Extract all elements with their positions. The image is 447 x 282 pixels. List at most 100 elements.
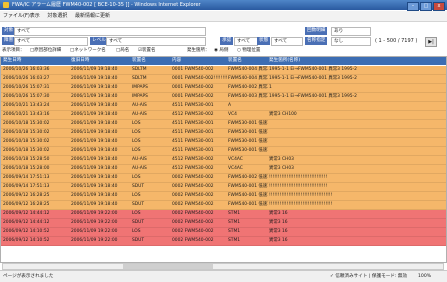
table-row[interactable]: 2006/09/14 17:51:13 2006/11/09 19:18:40 SD… — [1, 183, 446, 192]
table-cell: A — [228, 103, 232, 108]
table-cell: 異常3 CH03 — [269, 166, 294, 171]
table-cell: 2006/11/09 19:18:40 — [71, 121, 118, 126]
maximize-button[interactable]: □ — [420, 2, 432, 11]
window-titlebar: FWA/IC アラーム履歴 FWM40-002 [ BCE-10-35 ]] -… — [0, 0, 447, 11]
option-device-name[interactable]: ☑装置名 — [138, 47, 156, 55]
option-station-name[interactable]: □局名 — [116, 47, 129, 55]
table-cell: 2006/11/09 19:18:40 — [71, 202, 118, 207]
table-cell: 2006/09/12 14:10:52 — [3, 229, 50, 234]
table-row[interactable]: 2006/10/26 15:07:31 2006/11/09 19:18:40 IM… — [1, 84, 446, 93]
table-cell: 2006/11/09 19:18:40 — [71, 103, 118, 108]
zoom-level[interactable]: 100% — [418, 271, 431, 282]
table-cell: 4511 FWM530-001 — [172, 130, 214, 135]
table-row[interactable]: 2006/10/26 16:03:27 2006/11/09 19:18:40 SD… — [1, 75, 446, 84]
table-cell: SDUT — [132, 202, 145, 207]
table-row[interactable]: 2006/10/26 16:03:36 2006/11/09 19:18:40 SD… — [1, 66, 446, 75]
display-items-label: 表示項目： — [2, 48, 25, 53]
table-cell: FWM540-002 低速1 — [228, 175, 268, 180]
minimize-button[interactable]: – — [407, 2, 419, 11]
table-row[interactable]: 2006/10/21 13:43:16 2006/11/09 19:18:40 AU… — [1, 111, 446, 120]
table-cell: 0002 FWM540-002 — [172, 238, 214, 243]
table-cell: 1995-1-1 Ei→FWM540-001 異常3 1995-2 — [269, 76, 357, 81]
table-row[interactable]: 2006/09/12 14:10:52 2006/11/09 19:22:00 SD… — [1, 237, 446, 246]
table-cell: SDLTM — [132, 76, 147, 81]
table-cell: FWM540-001 低速1 — [228, 184, 268, 189]
table-row[interactable]: 2006/09/12 14:44:12 2006/11/09 19:22:00 SD… — [1, 219, 446, 228]
col-recovered[interactable]: 復旧日時 — [71, 57, 131, 65]
col-device[interactable]: 装置名 — [132, 57, 170, 65]
level-field[interactable]: すべて — [106, 37, 206, 46]
table-cell: !!!!!!!!!!!!!!!!!!!!!!!!!!!!!!!!! — [269, 184, 328, 189]
table-cell: FWM540-004 異常3 — [228, 76, 268, 81]
table-cell: 異常3 16 — [269, 229, 288, 234]
table-row[interactable]: 2006/09/12 14:10:52 2006/11/09 19:22:00 LO… — [1, 228, 446, 237]
table-cell: 4511 FWM530-001 — [172, 139, 214, 144]
origin-label: 発生箇所： — [187, 48, 210, 53]
option-cause-detail[interactable]: □原因部位詳細 — [30, 47, 61, 55]
count-detail-label: 回数明細 — [305, 27, 328, 35]
col-device-2[interactable]: 装置名 — [228, 57, 268, 65]
close-button[interactable]: x — [433, 2, 445, 11]
table-header: 発生日時 復旧日時 装置名 内容 装置名 発生箇所(名称) — [1, 57, 446, 65]
menu-target-select[interactable]: 対象選択 — [47, 13, 67, 19]
origin-station-radio[interactable]: ◉ 局側 — [214, 47, 228, 55]
table-cell: 4511 FWM530-001 — [172, 103, 214, 108]
table-cell: 2006/11/09 19:18:40 — [71, 76, 118, 81]
next-page-button[interactable]: ▶| — [425, 37, 437, 47]
table-row[interactable]: 2006/10/18 15:28:00 2006/11/09 19:18:40 AU… — [1, 165, 446, 174]
table-cell: LOS — [132, 121, 141, 126]
origin-physical-radio[interactable]: ○ 物理位置 — [237, 47, 260, 55]
count-detail-field[interactable]: あり — [331, 27, 371, 36]
table-cell: 4511 FWM530-001 — [172, 148, 214, 153]
table-cell: VC4AC — [228, 157, 243, 162]
table-cell: 2006/11/09 19:18:40 — [71, 157, 118, 162]
table-cell: VC4 — [228, 112, 237, 117]
menu-refresh[interactable]: 最新情報に更新 — [75, 13, 110, 19]
col-location-name[interactable]: 発生箇所(名称) — [269, 57, 443, 65]
table-row[interactable]: 2006/09/12 14:44:12 2006/11/09 19:22:00 LO… — [1, 210, 446, 219]
table-cell: FWM540-003 異常3 — [228, 94, 268, 99]
horizontal-scrollbar[interactable] — [2, 263, 444, 270]
table-cell: 4512 FWM530-002 — [172, 166, 214, 171]
table-row[interactable]: 2006/10/18 15:30:02 2006/11/09 19:18:40 LO… — [1, 120, 446, 129]
table-row[interactable]: 2006/10/18 15:30:02 2006/11/09 19:18:40 LO… — [1, 138, 446, 147]
table-cell: 異常3 CH03 — [269, 157, 294, 162]
table-cell: 0002 FWM540-002 — [172, 211, 214, 216]
filter-row-2: 障害 すべて レベル すべて 承認 すべて 状態 すべて 名称指定 なし ( 1… — [0, 37, 447, 47]
table-cell: 2006/10/18 15:30:02 — [3, 121, 50, 126]
state-field[interactable]: すべて — [271, 37, 303, 46]
table-cell: 2006/10/21 13:43:24 — [3, 103, 50, 108]
table-cell: 2006/11/09 19:22:00 — [71, 238, 118, 243]
fault-field[interactable]: すべて — [14, 37, 88, 46]
target-field[interactable]: すべて — [14, 27, 206, 36]
table-row[interactable]: 2006/09/14 17:51:13 2006/11/09 19:18:40 LO… — [1, 174, 446, 183]
table-row[interactable]: 2006/09/12 16:28:25 2006/11/09 19:18:40 LO… — [1, 192, 446, 201]
table-row[interactable]: 2006/10/21 13:43:24 2006/11/09 19:18:40 AU… — [1, 102, 446, 111]
table-cell: 2006/10/21 13:43:16 — [3, 112, 50, 117]
table-row[interactable]: 2006/10/18 15:30:02 2006/11/09 19:18:40 LO… — [1, 129, 446, 138]
table-row[interactable]: 2006/10/18 15:28:50 2006/11/09 19:18:40 AU… — [1, 156, 446, 165]
menu-file-view[interactable]: ファイル(F)表示 — [3, 13, 40, 19]
table-cell: 2006/10/26 15:07:30 — [3, 94, 50, 99]
option-network-name[interactable]: □ネットワーク名 — [70, 47, 106, 55]
table-row[interactable]: 2006/10/18 15:30:02 2006/11/09 19:18:40 LO… — [1, 147, 446, 156]
table-cell: IMPAPS — [132, 94, 148, 99]
table-row[interactable]: 2006/09/12 16:28:25 2006/11/09 19:18:40 SD… — [1, 201, 446, 210]
scrollbar-thumb[interactable] — [123, 264, 213, 269]
table-cell: 2006/11/09 19:18:40 — [71, 139, 118, 144]
table-row[interactable]: 2006/10/26 15:07:30 2006/11/09 19:18:40 IM… — [1, 93, 446, 102]
col-content[interactable]: 内容 — [172, 57, 227, 65]
table-cell: 0002 FWM540-002 — [172, 193, 214, 198]
name-spec-field[interactable]: なし — [331, 37, 371, 46]
col-occurred[interactable]: 発生日時 — [3, 57, 69, 65]
table-cell: 2006/09/14 17:51:13 — [3, 175, 50, 180]
table-cell: FWM540-001 低速1 — [228, 193, 268, 198]
table-cell: STM1 — [228, 238, 241, 243]
approval-field[interactable]: すべて — [234, 37, 258, 46]
table-cell: 異常3 16 — [269, 220, 288, 225]
table-cell: 2006/09/14 17:51:13 — [3, 184, 50, 189]
table-cell: AU-AIS — [132, 166, 147, 171]
filter-row-1: 対象 すべて 回数明細 あり — [0, 27, 447, 36]
table-cell: 異常3 16 — [269, 211, 288, 216]
table-cell: 2006/09/12 16:28:25 — [3, 202, 50, 207]
